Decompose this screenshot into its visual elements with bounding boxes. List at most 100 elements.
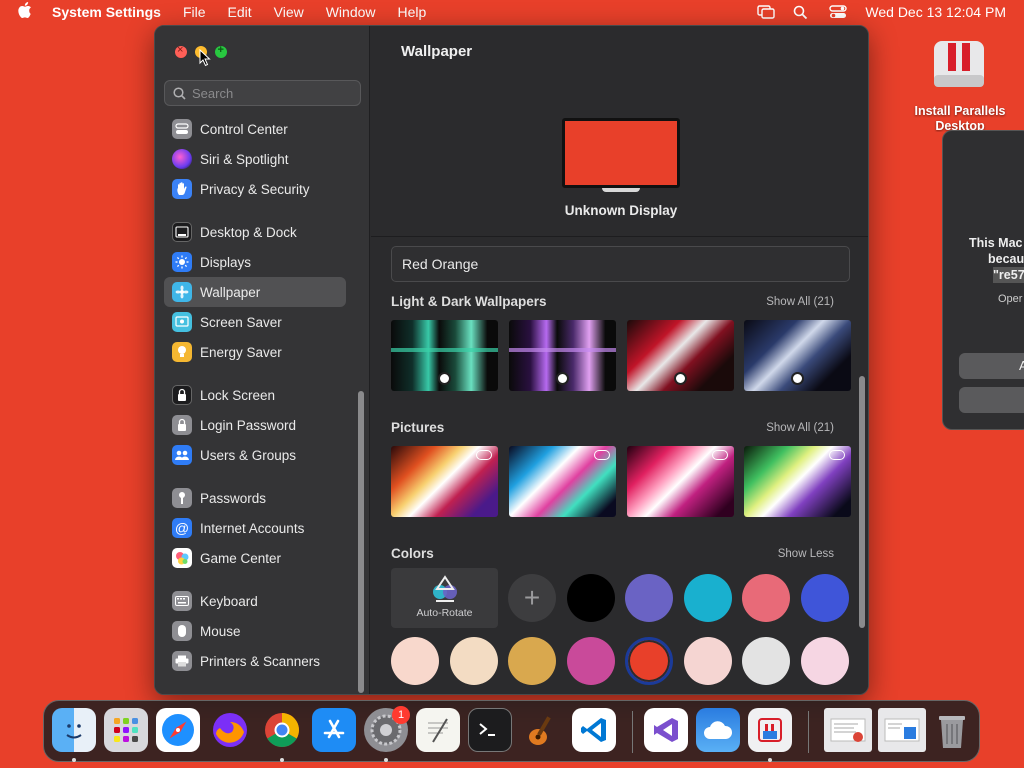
wallpaper-thumb-sequoia-purple[interactable] <box>509 320 616 391</box>
dock-running-indicator <box>280 758 284 762</box>
add-custom-color-button[interactable]: + <box>508 574 556 622</box>
light-dark-show-all-button[interactable]: Show All (21) <box>766 296 834 308</box>
visual-studio-icon[interactable] <box>644 708 688 752</box>
menubar-clock[interactable]: Wed Dec 13 12:04 PM <box>865 4 1006 20</box>
vscode-icon[interactable] <box>572 708 616 752</box>
app-store-icon[interactable] <box>312 708 356 752</box>
sidebar-item-label: Game Center <box>200 550 282 566</box>
pictures-show-all-button[interactable]: Show All (21) <box>766 422 834 434</box>
section-pictures-title: Pictures <box>391 420 445 435</box>
sidebar-item-displays[interactable]: Displays <box>164 247 346 277</box>
control-center-menubar-icon[interactable] <box>829 5 848 19</box>
sidebar-item-login-password[interactable]: Login Password <box>164 410 346 440</box>
parallels-dock-icon[interactable] <box>748 708 792 752</box>
sidebar-item-desktop-dock[interactable]: Desktop & Dock <box>164 217 346 247</box>
display-preview <box>562 118 680 188</box>
dock-running-indicator <box>72 758 76 762</box>
downloads-icon[interactable] <box>824 708 872 752</box>
sidebar-scrollbar[interactable] <box>358 391 364 693</box>
zoom-window-button[interactable] <box>215 44 227 58</box>
wallpaper-thumb-macos-blue[interactable] <box>744 320 851 391</box>
documents-icon[interactable] <box>878 708 926 752</box>
firefox-icon[interactable] <box>208 708 252 752</box>
menu-file[interactable]: File <box>183 4 206 20</box>
color-swatch-light-pink[interactable] <box>801 637 849 685</box>
garageband-icon[interactable] <box>520 708 564 752</box>
menu-bar: System Settings File Edit View Window He… <box>0 0 1024 24</box>
wallpaper-thumb-picture-2[interactable] <box>509 446 616 517</box>
siri-icon <box>172 149 192 169</box>
sidebar-item-label: Screen Saver <box>200 314 282 330</box>
color-swatch-gold[interactable] <box>508 637 556 685</box>
sidebar-item-keyboard[interactable]: Keyboard <box>164 586 346 616</box>
icloud-icon[interactable] <box>696 708 740 752</box>
safari-icon[interactable] <box>156 708 200 752</box>
color-swatch-teal[interactable] <box>684 574 732 622</box>
sidebar-item-screen-saver[interactable]: Screen Saver <box>164 307 346 337</box>
sidebar-item-label: Energy Saver <box>200 344 282 360</box>
key-icon <box>172 488 192 508</box>
terminal-icon[interactable] <box>468 708 512 752</box>
wallpaper-thumb-picture-1[interactable] <box>391 446 498 517</box>
color-swatch-red-orange-selected[interactable] <box>625 637 673 685</box>
menu-help[interactable]: Help <box>398 4 427 20</box>
screen-mirroring-icon[interactable] <box>757 5 776 19</box>
wallpaper-thumb-macos-red[interactable] <box>627 320 734 391</box>
section-light-dark-title: Light & Dark Wallpapers <box>391 294 547 309</box>
apple-menu-icon[interactable] <box>18 1 34 23</box>
color-swatch-pink[interactable] <box>742 574 790 622</box>
app-name-menu[interactable]: System Settings <box>52 4 161 20</box>
mouse-icon <box>172 621 192 641</box>
sidebar-search[interactable] <box>164 80 361 106</box>
color-swatch-silver[interactable] <box>742 637 790 685</box>
menu-view[interactable]: View <box>274 4 304 20</box>
trash-icon[interactable] <box>930 708 974 752</box>
dock-separator <box>808 711 809 753</box>
auto-rotate-tile[interactable]: Auto-Rotate <box>391 568 498 628</box>
colors-show-less-button[interactable]: Show Less <box>778 548 834 560</box>
color-swatch-magenta[interactable] <box>567 637 615 685</box>
color-swatch-cream[interactable] <box>450 637 498 685</box>
download-cloud-icon <box>594 450 610 460</box>
textedit-icon[interactable] <box>416 708 460 752</box>
parallels-installer-icon[interactable] <box>930 35 988 93</box>
download-cloud-icon <box>476 450 492 460</box>
dock-running-indicator <box>768 758 772 762</box>
chrome-icon[interactable] <box>260 708 304 752</box>
wallpaper-name-field[interactable]: Red Orange <box>391 246 850 282</box>
spotlight-search-icon[interactable] <box>793 5 811 20</box>
color-swatch-black[interactable] <box>567 574 615 622</box>
sidebar-item-control-center[interactable]: Control Center <box>164 114 346 144</box>
menu-edit[interactable]: Edit <box>228 4 252 20</box>
sidebar-item-mouse[interactable]: Mouse <box>164 616 346 646</box>
color-swatch-blue[interactable] <box>801 574 849 622</box>
search-input[interactable] <box>192 85 342 101</box>
sidebar-item-privacy-security[interactable]: Privacy & Security <box>164 174 346 204</box>
wallpaper-thumb-sequoia-green[interactable] <box>391 320 498 391</box>
wallpaper-thumb-picture-3[interactable] <box>627 446 734 517</box>
sidebar-item-lock-screen[interactable]: Lock Screen <box>164 380 346 410</box>
alert-primary-button[interactable]: A <box>959 353 1024 379</box>
alert-secondary-button[interactable] <box>959 387 1024 413</box>
sidebar-item-internet-accounts[interactable]: @ Internet Accounts <box>164 513 346 543</box>
main-scrollbar[interactable] <box>859 376 865 628</box>
close-window-button[interactable] <box>175 44 187 58</box>
wallpaper-thumb-picture-4[interactable] <box>744 446 851 517</box>
sidebar-item-users-groups[interactable]: Users & Groups <box>164 440 346 470</box>
sidebar-item-passwords[interactable]: Passwords <box>164 483 346 513</box>
search-icon <box>173 86 186 100</box>
sidebar-item-label: Internet Accounts <box>200 520 305 536</box>
users-icon <box>172 445 192 465</box>
sidebar-item-siri-spotlight[interactable]: Siri & Spotlight <box>164 144 346 174</box>
sidebar-item-wallpaper[interactable]: Wallpaper <box>164 277 346 307</box>
notification-badge: 1 <box>392 706 410 724</box>
launchpad-icon[interactable] <box>104 708 148 752</box>
sidebar-item-game-center[interactable]: Game Center <box>164 543 346 573</box>
menu-window[interactable]: Window <box>326 4 376 20</box>
sidebar-item-printers-scanners[interactable]: Printers & Scanners <box>164 646 346 676</box>
sidebar-item-energy-saver[interactable]: Energy Saver <box>164 337 346 367</box>
color-swatch-purple[interactable] <box>625 574 673 622</box>
color-swatch-peach[interactable] <box>391 637 439 685</box>
color-swatch-blush[interactable] <box>684 637 732 685</box>
finder-icon[interactable] <box>52 708 96 752</box>
